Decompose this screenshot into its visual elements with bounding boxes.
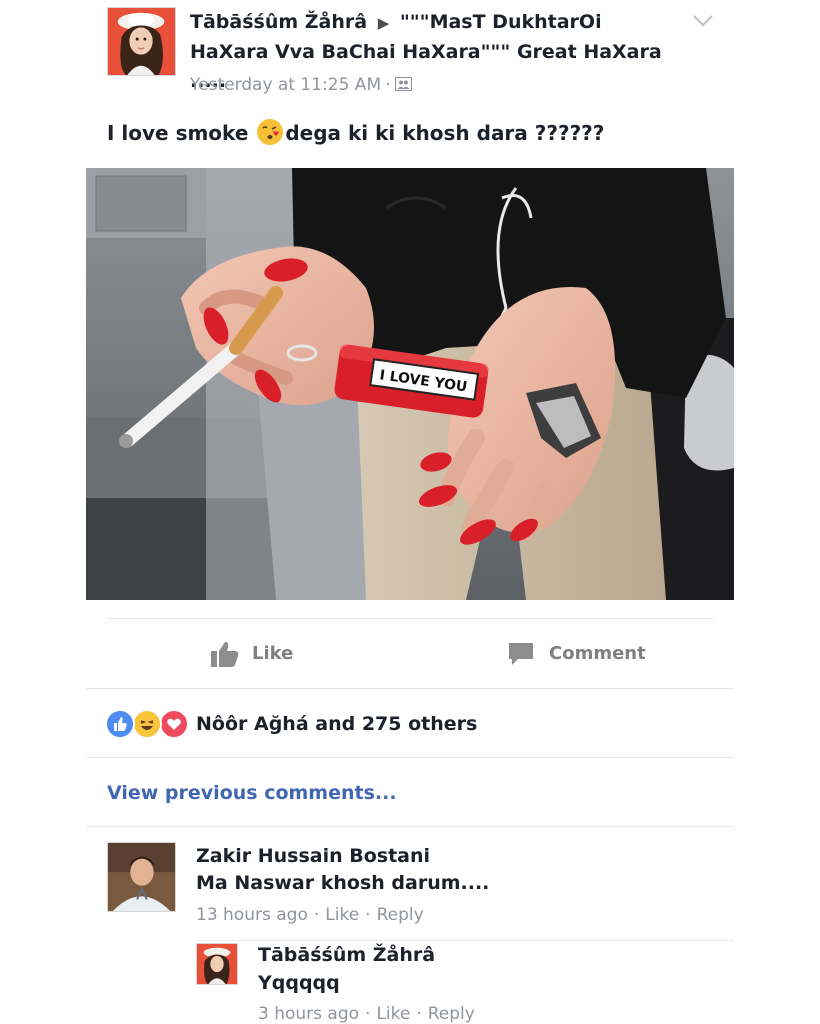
divider (86, 826, 734, 827)
action-bar: Like Comment (107, 618, 714, 688)
post-card: Tābāśśûm Žåhrâ ▶ """MasT DukhtarOi HaXar… (86, 0, 734, 1024)
view-previous-comments-link[interactable]: View previous comments... (107, 778, 397, 808)
separator-dot: · (385, 75, 391, 95)
separator-dot: · (365, 905, 371, 925)
commenter-name[interactable]: Zakir Hussain Bostani (196, 842, 430, 870)
post-photo[interactable]: I LOVE YOU (86, 168, 734, 600)
separator-dot: · (416, 1004, 422, 1024)
love-reaction-icon (159, 709, 189, 739)
like-reaction-icon (105, 709, 135, 739)
comment: Zakir Hussain Bostani Ma Naswar khosh da… (107, 842, 714, 932)
reply-author-name[interactable]: Tābāśśûm Žåhrâ (258, 941, 435, 969)
comment-meta: 13 hours ago · Like · Reply (196, 902, 424, 928)
reactions-row[interactable]: Nôôr Ağhá and 275 others (86, 688, 734, 758)
commenter-avatar[interactable] (107, 842, 176, 912)
reply-reply-link[interactable]: Reply (428, 1004, 475, 1024)
post-timestamp[interactable]: Yesterday at 11:25 AM (190, 75, 381, 95)
post-timestamp-row: Yesterday at 11:25 AM · (190, 73, 412, 97)
reply-author-avatar[interactable] (196, 943, 238, 985)
separator-dot: · (365, 1004, 371, 1024)
like-label: Like (252, 643, 294, 664)
post-header: Tābāśśûm Žåhrâ ▶ """MasT DukhtarOi HaXar… (86, 0, 734, 110)
comment-text: Ma Naswar khosh darum.... (196, 872, 490, 894)
thumbs-up-icon (211, 641, 239, 667)
friends-icon[interactable] (394, 77, 412, 91)
comment-button[interactable]: Comment (507, 637, 657, 671)
comment-reply: Tābāśśûm Žåhrâ Yqqqqq 3 hours ago · Like · R… (196, 943, 714, 1024)
reply-time[interactable]: 3 hours ago (258, 1004, 359, 1024)
chevron-down-icon[interactable] (692, 12, 714, 30)
comment-icon (509, 643, 533, 665)
kissing-face-emoji-icon (257, 119, 284, 145)
reaction-summary[interactable]: Nôôr Ağhá and 275 others (196, 709, 477, 739)
comment-label: Comment (549, 643, 646, 664)
post-text-start: I love smoke (107, 121, 256, 145)
reply-text: Yqqqqq (258, 972, 340, 994)
share-arrow-icon: ▶ (377, 14, 390, 32)
author-name[interactable]: Tābāśśûm Žåhrâ (190, 11, 367, 33)
reply-like-link[interactable]: Like (376, 1004, 410, 1024)
post-text-end: dega ki ki khosh dara ?????? (285, 121, 605, 145)
post-text: I love smoke dega ki ki khosh dara ?????… (107, 118, 717, 148)
comment-time[interactable]: 13 hours ago (196, 905, 308, 925)
comment-like-link[interactable]: Like (325, 905, 359, 925)
reply-meta: 3 hours ago · Like · Reply (258, 1001, 475, 1024)
author-avatar[interactable] (107, 7, 176, 76)
like-button[interactable]: Like (210, 637, 310, 671)
reaction-icons (105, 709, 191, 739)
separator-dot: · (313, 905, 320, 925)
haha-reaction-icon (132, 709, 162, 739)
comment-reply-link[interactable]: Reply (377, 905, 424, 925)
